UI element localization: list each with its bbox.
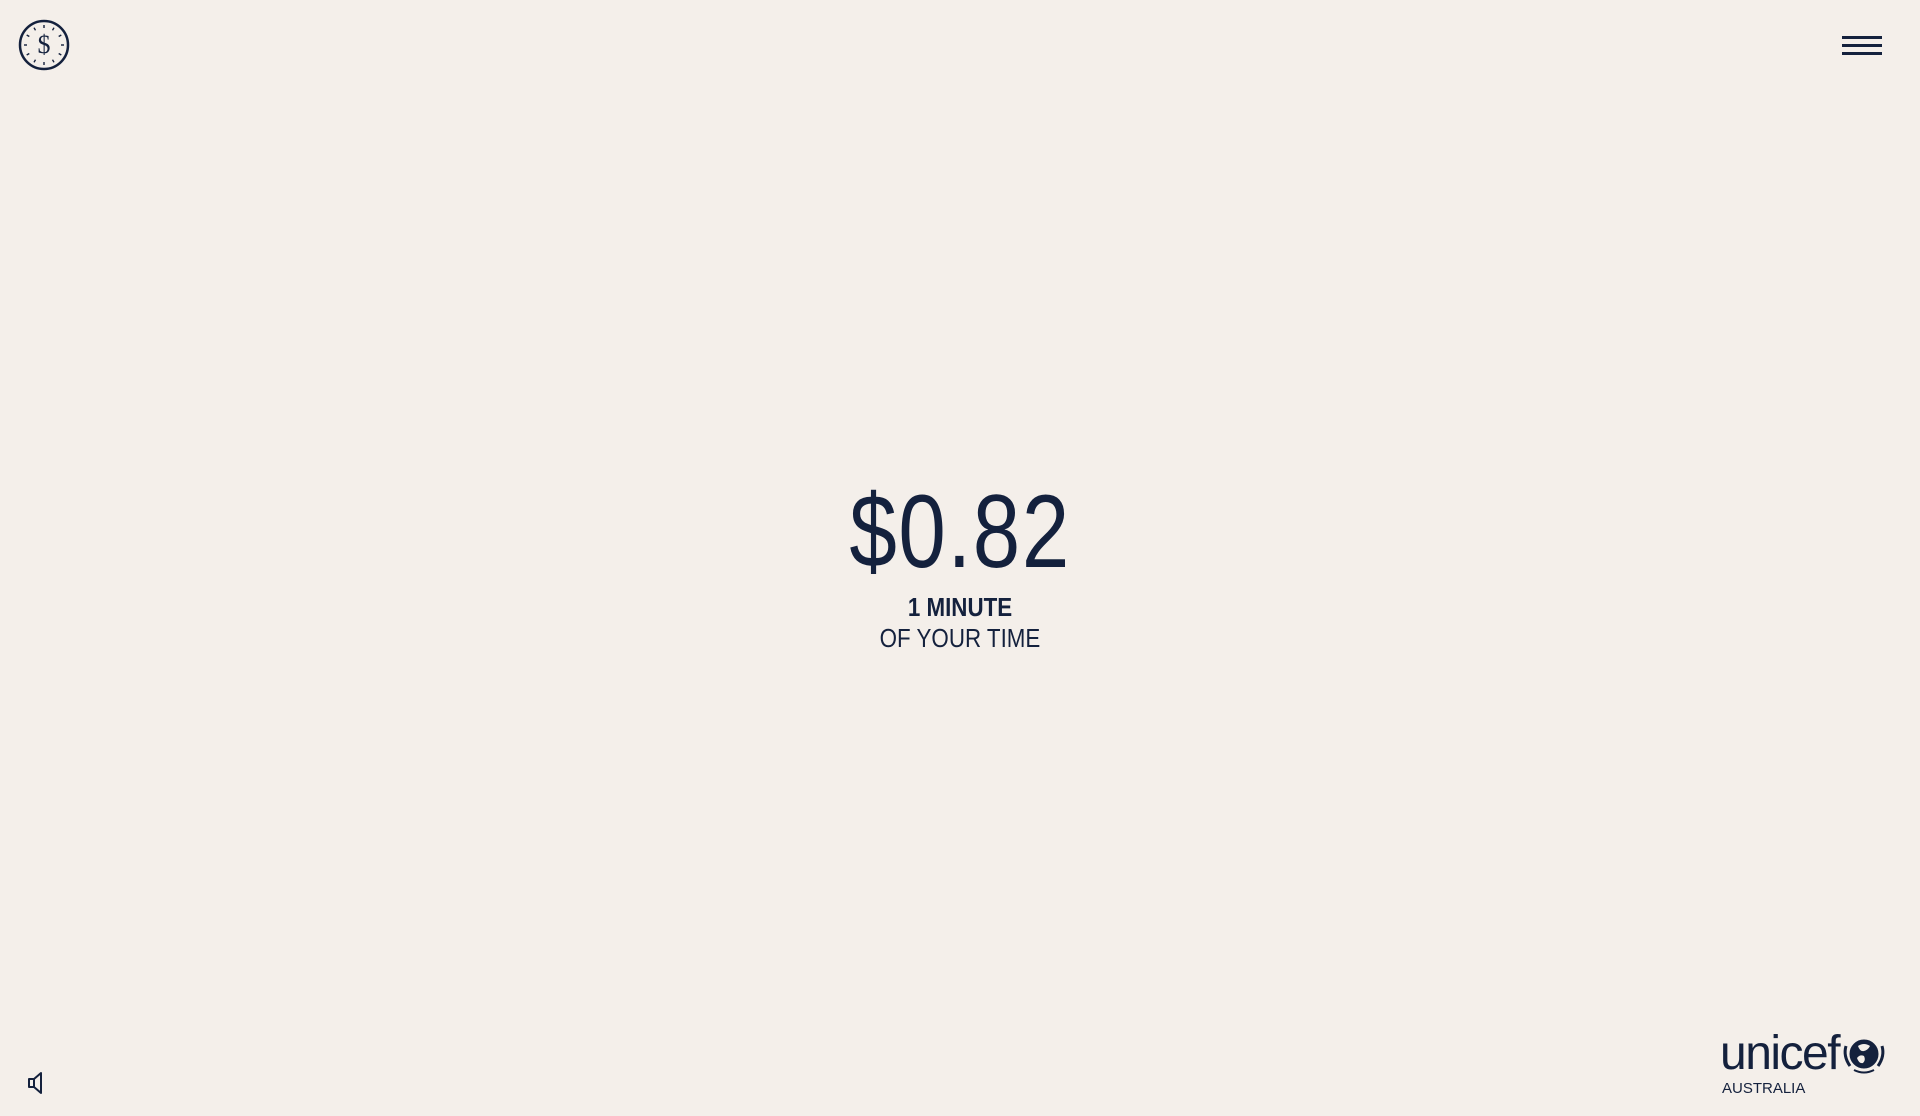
duration-caption: OF YOUR TIME [879,623,1041,653]
speaker-muted-icon [28,1072,42,1094]
unicef-emblem-icon [1843,1038,1885,1074]
brand-country: AUSTRALIA [1722,1080,1806,1097]
clock-logo-button[interactable]: $ [18,19,70,71]
duration-label: 1 MINUTE [907,592,1013,622]
hamburger-menu-icon [1842,36,1882,39]
sound-toggle-button[interactable] [26,1070,52,1096]
earned-amount: $0.82 [849,474,1071,590]
counter-block: $0.82 1 MINUTE OF YOUR TIME [0,480,1920,654]
clock-dollar-icon: $ [18,19,70,71]
unicef-australia-logo[interactable]: unicef AUSTRALIA [1720,1030,1890,1100]
svg-text:$: $ [38,30,51,59]
brand-name: unicef [1720,1027,1841,1080]
menu-button[interactable] [1842,34,1884,62]
